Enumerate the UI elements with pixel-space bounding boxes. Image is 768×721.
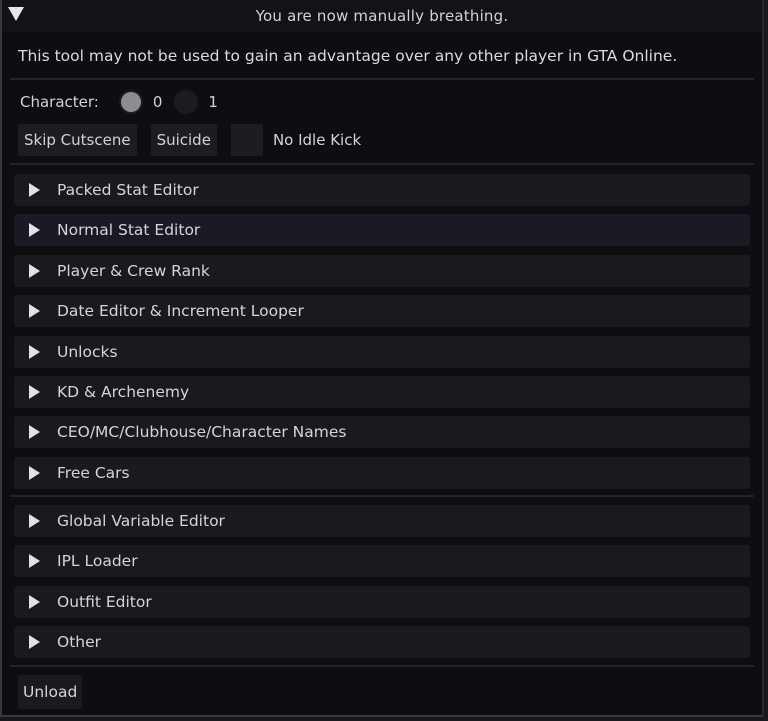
section-label: IPL Loader — [57, 552, 138, 571]
section-label: CEO/MC/Clubhouse/Character Names — [57, 423, 347, 442]
section-label: Player & Crew Rank — [57, 261, 210, 280]
collapsing-header-normal-stat-editor[interactable]: Normal Stat Editor — [14, 214, 750, 247]
unload-button[interactable]: Unload — [18, 675, 83, 709]
character-radio-0-label: 0 — [152, 93, 163, 111]
window-content: This tool may not be used to gain an adv… — [2, 32, 762, 715]
triangle-right-icon — [29, 385, 40, 399]
triangle-right-icon — [29, 635, 40, 650]
no-idle-kick-checkbox[interactable] — [230, 124, 263, 156]
section-label: Date Editor & Increment Looper — [57, 302, 304, 321]
triangle-right-icon — [29, 554, 40, 569]
menu-window: You are now manually breathing. This too… — [0, 0, 764, 717]
collapsing-header-free-cars[interactable]: Free Cars — [14, 456, 750, 489]
triangle-right-icon — [29, 465, 40, 480]
collapsing-header-outfit-editor[interactable]: Outfit Editor — [14, 585, 750, 618]
collapsing-header-date-editor-increment-looper[interactable]: Date Editor & Increment Looper — [14, 295, 750, 328]
collapsing-header-global-variable-editor[interactable]: Global Variable Editor — [14, 505, 750, 537]
character-radio-0[interactable] — [118, 90, 143, 114]
section-label: Normal Stat Editor — [57, 221, 201, 240]
section-label: Outfit Editor — [57, 592, 152, 611]
collapsing-header-player-crew-rank[interactable]: Player & Crew Rank — [14, 254, 750, 287]
title-bar[interactable]: You are now manually breathing. — [2, 0, 762, 32]
triangle-right-icon — [29, 344, 40, 359]
section-label: KD & Archenemy — [57, 383, 190, 401]
window-title: You are now manually breathing. — [255, 7, 509, 25]
disclaimer-text: This tool may not be used to gain an adv… — [18, 47, 678, 65]
suicide-button[interactable]: Suicide — [150, 124, 217, 156]
triangle-right-icon — [29, 425, 40, 440]
section-label: Free Cars — [57, 463, 130, 482]
triangle-right-icon — [29, 223, 40, 238]
radio-selected-dot — [120, 92, 141, 112]
action-row: Skip Cutscene Suicide No Idle Kick — [18, 124, 361, 156]
separator — [10, 78, 754, 80]
triangle-right-icon — [29, 514, 40, 528]
section-label: Unlocks — [57, 342, 118, 361]
triangle-down-icon[interactable] — [8, 7, 24, 21]
character-radio-1[interactable] — [174, 90, 199, 114]
section-label: Other — [57, 633, 102, 652]
separator — [10, 163, 754, 165]
section-label: Packed Stat Editor — [57, 181, 199, 199]
no-idle-kick-label: No Idle Kick — [272, 131, 362, 149]
collapsing-header-ceo-mc-clubhouse-character-names[interactable]: CEO/MC/Clubhouse/Character Names — [14, 416, 750, 449]
triangle-right-icon — [29, 183, 40, 197]
character-label: Character: — [20, 93, 99, 111]
separator — [10, 495, 754, 497]
triangle-right-icon — [29, 304, 40, 319]
triangle-right-icon — [29, 594, 40, 609]
character-radio-1-label: 1 — [208, 93, 218, 111]
collapsing-header-unlocks[interactable]: Unlocks — [14, 335, 750, 368]
section-label: Global Variable Editor — [57, 512, 225, 530]
collapsing-header-other[interactable]: Other — [14, 626, 750, 659]
skip-cutscene-button[interactable]: Skip Cutscene — [18, 124, 137, 156]
collapsing-header-ipl-loader[interactable]: IPL Loader — [14, 545, 750, 578]
collapsing-header-kd-archenemy[interactable]: KD & Archenemy — [14, 376, 750, 408]
character-selector: Character: 0 1 — [20, 90, 230, 114]
separator — [10, 665, 754, 667]
collapsing-header-packed-stat-editor[interactable]: Packed Stat Editor — [14, 174, 750, 206]
triangle-right-icon — [29, 263, 40, 278]
